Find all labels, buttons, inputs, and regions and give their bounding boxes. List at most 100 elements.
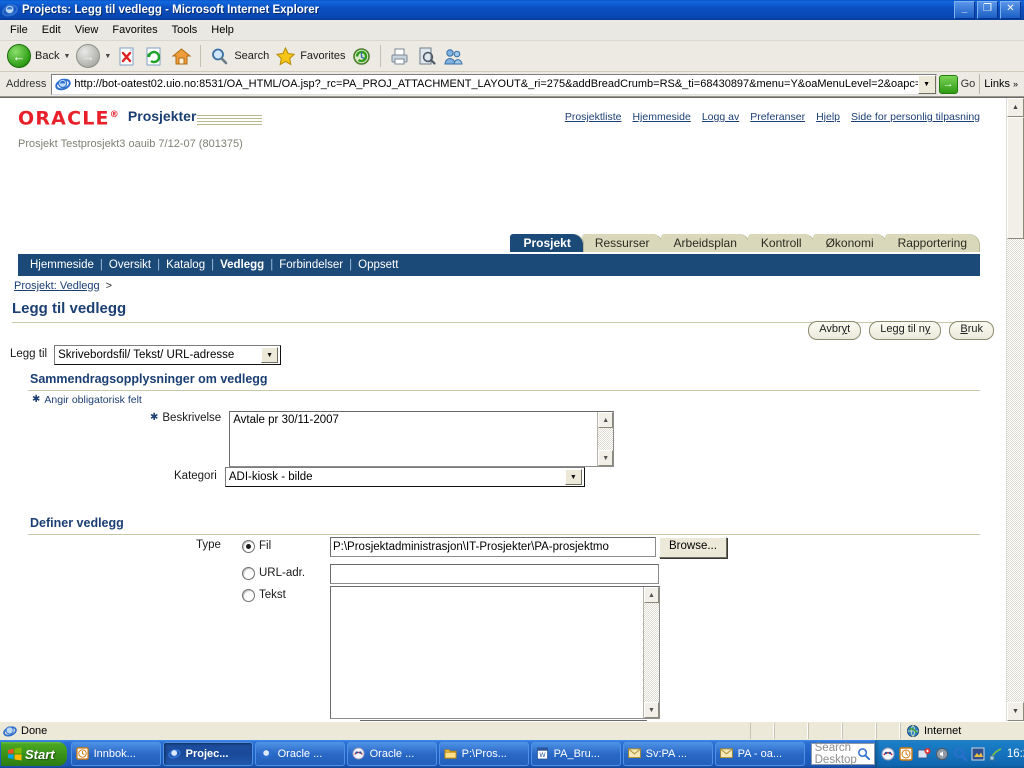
add-another-button-top[interactable]: Legg til ny xyxy=(869,321,942,340)
menu-item-file[interactable]: File xyxy=(3,22,35,38)
scroll-down-icon[interactable]: ▼ xyxy=(1007,702,1024,721)
back-button[interactable]: ← Back ▼ xyxy=(4,43,73,69)
cancel-button-top[interactable]: Avbryt xyxy=(808,321,862,340)
start-button[interactable]: Start xyxy=(1,742,67,766)
url-input[interactable] xyxy=(330,564,659,584)
text-value xyxy=(331,587,643,718)
file-path-input[interactable]: P:\Prosjektadministrasjon\IT-Prosjekter\… xyxy=(330,537,656,557)
go-button[interactable]: → Go xyxy=(937,74,980,94)
search-tray-icon[interactable] xyxy=(953,747,967,761)
apply-button-top[interactable]: Bruk xyxy=(949,321,994,340)
taskbar-item-folder[interactable]: P:\Pros... xyxy=(438,742,529,766)
description-scrollbar[interactable]: ▲ ▼ xyxy=(597,412,614,466)
taskbar-item-projects[interactable]: Projec... xyxy=(162,742,253,766)
taskbar-item-mail-2[interactable]: PA - oa... xyxy=(714,742,805,766)
radio-file-label: Fil xyxy=(259,540,272,552)
forward-button[interactable]: → ▼ xyxy=(73,43,114,69)
scroll-track[interactable] xyxy=(1007,239,1024,702)
refresh-button[interactable] xyxy=(141,43,168,69)
brand-stripes-decoration xyxy=(197,115,263,127)
tab-rapportering[interactable]: Rapportering xyxy=(884,234,980,252)
global-link-prosjektliste[interactable]: Prosjektliste xyxy=(565,111,622,123)
favorites-button[interactable]: Favorites xyxy=(272,43,348,69)
scroll-down-icon[interactable]: ▼ xyxy=(644,702,659,718)
scroll-up-icon[interactable]: ▲ xyxy=(644,587,659,603)
display-tray-icon[interactable] xyxy=(971,747,985,761)
address-dropdown-icon[interactable]: ▼ xyxy=(917,74,936,94)
subnav-oversikt[interactable]: Oversikt xyxy=(109,259,151,271)
breadcrumb-link[interactable]: Prosjekt: Vedlegg xyxy=(14,280,100,292)
oracle-forms-icon xyxy=(352,747,366,761)
address-input[interactable]: http://bot-oatest02.uio.no:8531/OA_HTML/… xyxy=(51,73,937,95)
speaker-tray-icon[interactable] xyxy=(935,747,949,761)
type-label: Type xyxy=(196,539,221,551)
global-link-preferanser[interactable]: Preferanser xyxy=(750,111,805,123)
clock-label[interactable]: 16:20 xyxy=(1007,748,1024,760)
minimize-button[interactable]: _ xyxy=(954,1,975,19)
menu-item-edit[interactable]: Edit xyxy=(35,22,68,38)
print-button[interactable] xyxy=(386,43,413,69)
tab-ressurser[interactable]: Ressurser xyxy=(581,234,663,252)
subnav-oppsett[interactable]: Oppsett xyxy=(358,259,398,271)
menu-item-view[interactable]: View xyxy=(68,22,106,38)
scroll-track[interactable] xyxy=(644,603,659,702)
global-link-logg-av[interactable]: Logg av xyxy=(702,111,739,123)
svg-text:W: W xyxy=(539,751,546,759)
tab-kontroll[interactable]: Kontroll xyxy=(747,234,815,252)
edit-button[interactable] xyxy=(413,43,440,69)
radio-text[interactable] xyxy=(242,589,255,602)
chevron-down-icon[interactable]: ▼ xyxy=(63,53,70,60)
scroll-up-icon[interactable]: ▲ xyxy=(598,412,614,428)
scroll-down-icon[interactable]: ▼ xyxy=(598,450,614,466)
taskbar-item-word[interactable]: W PA_Bru... xyxy=(530,742,621,766)
tab-okonomi[interactable]: Økonomi xyxy=(812,234,887,252)
links-button[interactable]: Links » xyxy=(979,74,1022,94)
text-textarea[interactable]: ▲ ▼ xyxy=(330,586,660,719)
search-button[interactable]: Search xyxy=(206,43,272,69)
clock-tray-icon[interactable] xyxy=(899,747,913,761)
radio-url[interactable] xyxy=(242,567,255,580)
description-textarea[interactable]: Avtale pr 30/11-2007 ▲ ▼ xyxy=(229,411,615,467)
radio-file[interactable] xyxy=(242,540,255,553)
global-link-hjelp[interactable]: Hjelp xyxy=(816,111,840,123)
chevron-down-icon[interactable]: ▼ xyxy=(261,347,279,363)
restore-button[interactable]: ❐ xyxy=(977,1,998,19)
scroll-up-icon[interactable]: ▲ xyxy=(1007,98,1024,117)
scroll-thumb[interactable] xyxy=(1007,117,1024,239)
menu-item-favorites[interactable]: Favorites xyxy=(105,22,164,38)
taskbar-item-innbok[interactable]: Innbok... xyxy=(70,742,161,766)
name-input[interactable] xyxy=(359,720,647,721)
update-tray-icon[interactable] xyxy=(917,747,931,761)
taskbar-item-mail-1[interactable]: Sv:PA ... xyxy=(622,742,713,766)
subnav-vedlegg[interactable]: Vedlegg xyxy=(220,259,264,271)
links-label: Links xyxy=(984,78,1010,90)
taskbar-item-oracle-2[interactable]: Oracle ... xyxy=(346,742,437,766)
taskbar-item-oracle-1[interactable]: Oracle ... xyxy=(254,742,345,766)
browse-button[interactable]: Browse... xyxy=(659,537,727,558)
menu-item-help[interactable]: Help xyxy=(204,22,241,38)
close-button[interactable]: ✕ xyxy=(1000,1,1021,19)
global-link-hjemmeside[interactable]: Hjemmeside xyxy=(632,111,690,123)
desktop-search-input[interactable]: Search Desktop xyxy=(810,742,875,766)
page-scrollbar[interactable]: ▲ ▼ xyxy=(1006,98,1024,721)
history-button[interactable] xyxy=(348,43,375,69)
chevron-down-icon[interactable]: ▼ xyxy=(104,53,111,60)
home-button[interactable] xyxy=(168,43,195,69)
messenger-button[interactable] xyxy=(440,43,467,69)
subnav-katalog[interactable]: Katalog xyxy=(166,259,205,271)
network-tray-icon[interactable] xyxy=(989,747,1003,761)
tab-arbeidsplan[interactable]: Arbeidsplan xyxy=(660,234,750,252)
stop-button[interactable] xyxy=(114,43,141,69)
magnifier-icon[interactable] xyxy=(857,747,871,761)
global-link-personlig-tilpasning[interactable]: Side for personlig tilpasning xyxy=(851,111,980,123)
subnav-hjemmeside[interactable]: Hjemmeside xyxy=(30,259,94,271)
menu-item-tools[interactable]: Tools xyxy=(165,22,205,38)
add-to-select[interactable]: Skrivebordsfil/ Tekst/ URL-adresse ▼ xyxy=(54,345,282,365)
chevron-down-icon[interactable]: ▼ xyxy=(564,469,582,485)
subnav-forbindelser[interactable]: Forbindelser xyxy=(279,259,343,271)
scroll-track[interactable] xyxy=(598,428,614,450)
oracle-forms-tray-icon[interactable] xyxy=(881,747,895,761)
category-select[interactable]: ADI-kiosk - bilde ▼ xyxy=(224,467,585,487)
tab-prosjekt[interactable]: Prosjekt xyxy=(510,234,584,252)
text-scrollbar[interactable]: ▲ ▼ xyxy=(643,587,659,718)
